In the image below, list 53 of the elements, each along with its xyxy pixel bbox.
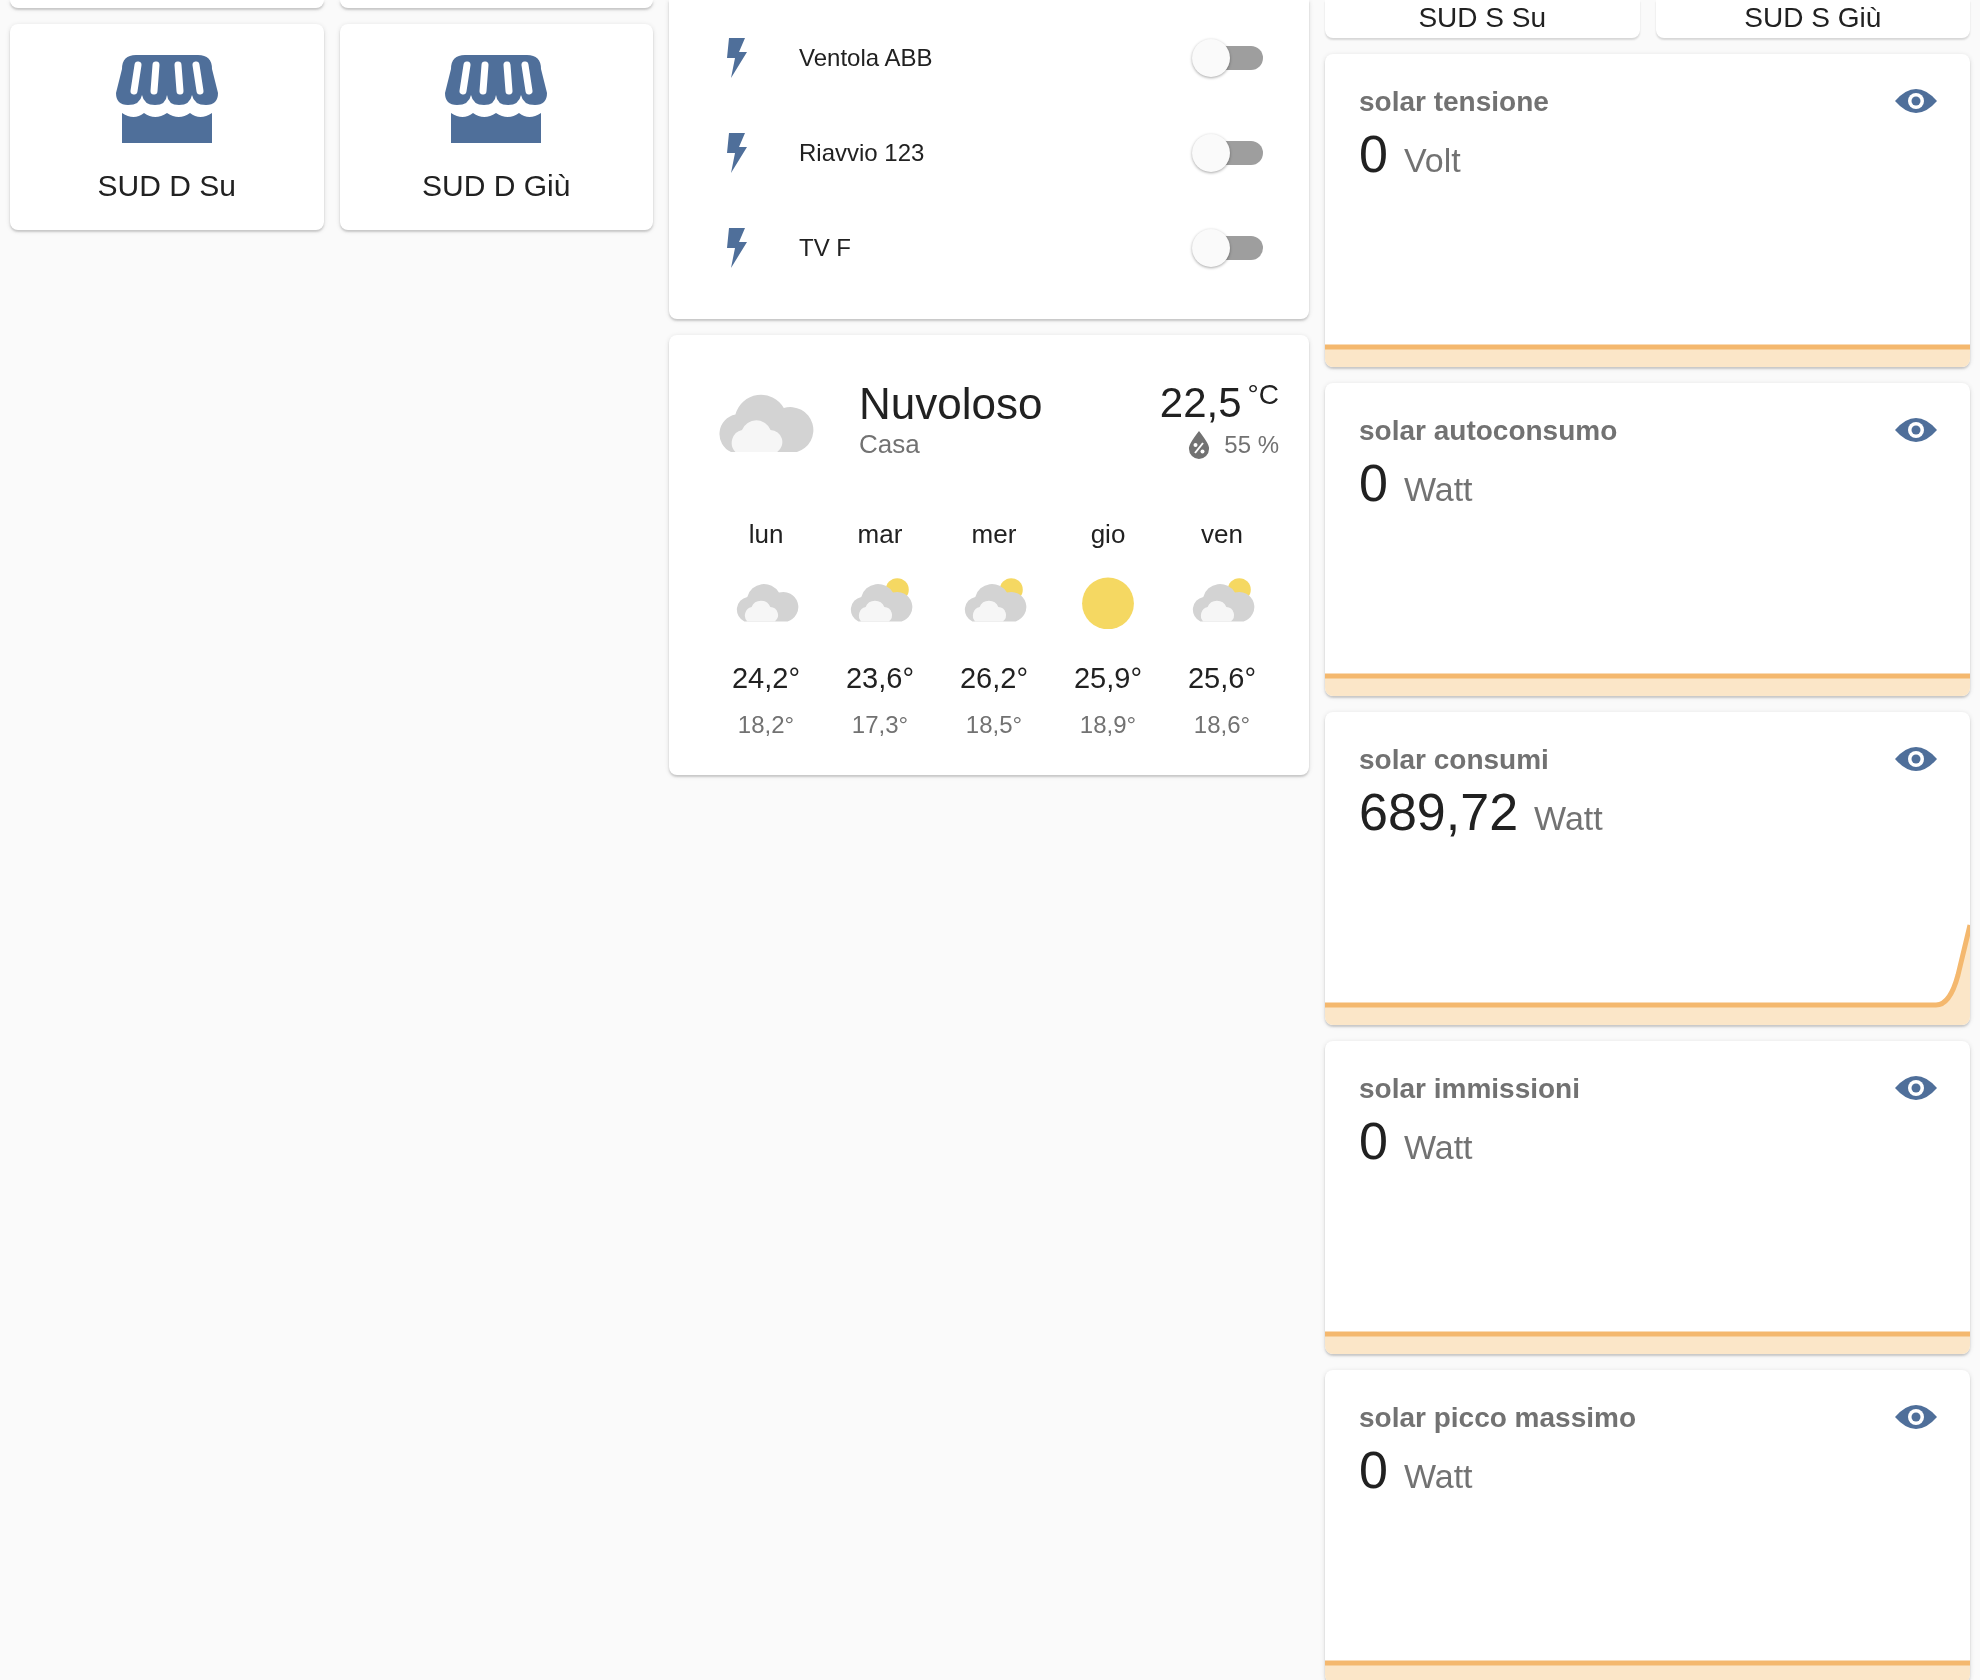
sensor-value: 0 bbox=[1359, 124, 1388, 184]
shutter-button[interactable]: SUD S Su bbox=[1325, 0, 1640, 38]
temperature: 22,5 bbox=[1159, 379, 1242, 427]
sensor-unit: Watt bbox=[1403, 1128, 1473, 1167]
forecast-high: 23,6° bbox=[845, 662, 914, 695]
forecast-high: 26,2° bbox=[959, 662, 1028, 695]
humidity-drop-icon bbox=[1188, 431, 1211, 459]
forecast-low: 18,5° bbox=[965, 711, 1023, 739]
forecast-low: 18,9° bbox=[1079, 711, 1137, 739]
eye-icon[interactable] bbox=[1894, 86, 1938, 116]
sensor-name: solar picco massimo bbox=[1359, 1402, 1636, 1434]
lightning-bolt-icon bbox=[725, 227, 749, 268]
eye-icon[interactable] bbox=[1894, 744, 1938, 774]
tile-label: SUD D Giù bbox=[422, 169, 571, 203]
sensor-value: 0 bbox=[1359, 1440, 1388, 1500]
sensor-unit: Watt bbox=[1403, 1457, 1473, 1496]
forecast-day: gio bbox=[1090, 519, 1126, 550]
shutter-tile[interactable]: SUD D Giù bbox=[339, 24, 653, 230]
switch-label: Riavvio 123 bbox=[799, 138, 926, 167]
forecast-low: 18,6° bbox=[1193, 711, 1251, 739]
temperature-unit: °C bbox=[1247, 379, 1279, 411]
sensor-value: 689,72 bbox=[1359, 782, 1519, 842]
eye-icon[interactable] bbox=[1894, 1073, 1938, 1103]
eye-icon[interactable] bbox=[1894, 415, 1938, 445]
sensor-name: solar consumi bbox=[1359, 744, 1549, 776]
lightning-bolt-icon bbox=[725, 37, 749, 78]
sensor-name: solar tensione bbox=[1359, 86, 1549, 118]
tile-label: SUD D Su bbox=[97, 169, 236, 203]
sensor-name: solar autoconsumo bbox=[1359, 415, 1618, 447]
sensor-value: 0 bbox=[1359, 1111, 1388, 1171]
sensor-unit: Watt bbox=[1534, 799, 1603, 838]
switch-label: TV F bbox=[799, 233, 852, 262]
lightning-bolt-icon bbox=[725, 132, 749, 173]
forecast-low: 17,3° bbox=[851, 711, 909, 739]
forecast-high: 25,6° bbox=[1187, 662, 1256, 695]
weather-location: Casa bbox=[859, 428, 921, 460]
forecast-high: 25,9° bbox=[1073, 662, 1142, 695]
forecast-low: 18,2° bbox=[737, 711, 795, 739]
forecast-day: lun bbox=[748, 519, 784, 550]
weather-condition: Nuvoloso bbox=[859, 378, 1044, 429]
sensor-name: solar immissioni bbox=[1359, 1073, 1580, 1105]
shutter-button[interactable]: SUD S Giù bbox=[1655, 0, 1970, 38]
forecast-high: 24,2° bbox=[731, 662, 800, 695]
humidity: 55 % bbox=[1224, 431, 1279, 459]
forecast-day: mer bbox=[971, 519, 1017, 550]
forecast-day: ven bbox=[1201, 519, 1243, 550]
sensor-unit: Volt bbox=[1403, 141, 1461, 180]
sensor-unit: Watt bbox=[1403, 470, 1473, 509]
forecast-day: mar bbox=[857, 519, 903, 550]
eye-icon[interactable] bbox=[1894, 1402, 1938, 1432]
sensor-value: 0 bbox=[1359, 453, 1388, 513]
switch-label: Ventola ABB bbox=[799, 43, 934, 72]
shutter-tile[interactable]: SUD D Su bbox=[10, 24, 324, 230]
